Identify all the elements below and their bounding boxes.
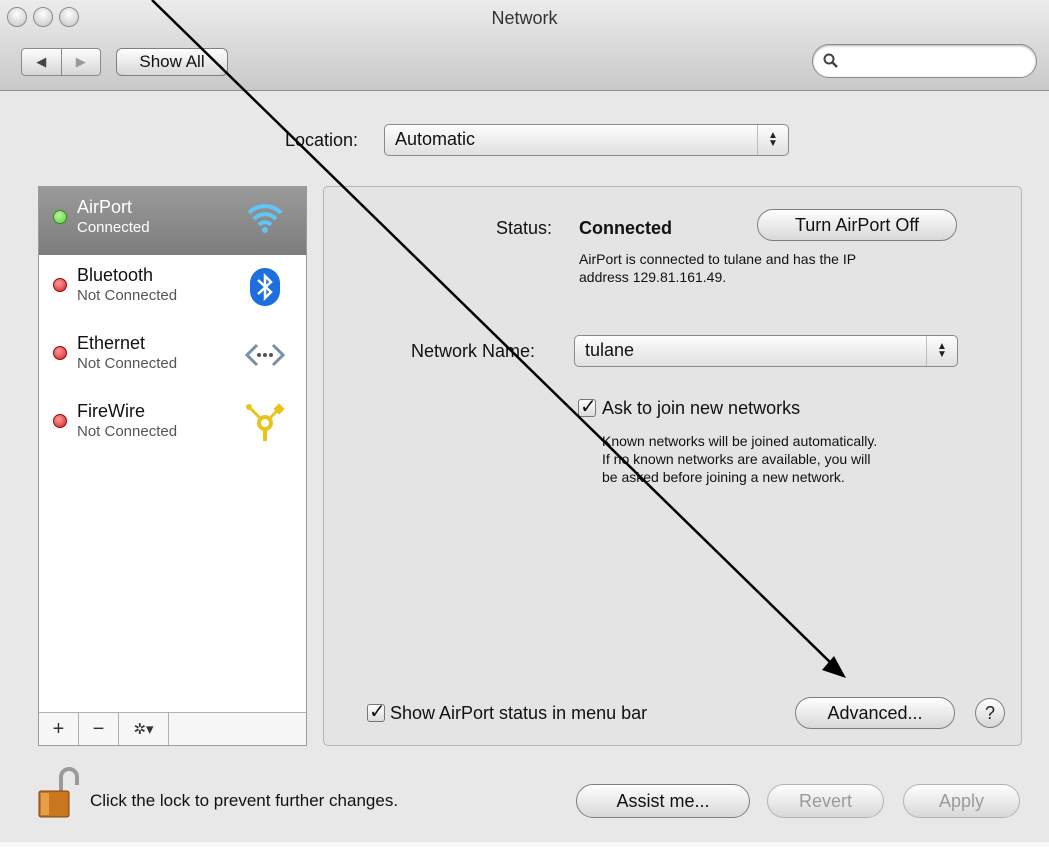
- location-popup[interactable]: Automatic ▲ ▼: [384, 124, 789, 156]
- add-service-button[interactable]: +: [39, 713, 79, 745]
- turn-airport-off-button[interactable]: Turn AirPort Off: [757, 209, 957, 241]
- status-description-line2: address 129.81.161.49.: [579, 269, 727, 285]
- service-status: Connected: [77, 219, 150, 236]
- service-item-bluetooth[interactable]: Bluetooth Not Connected: [39, 255, 306, 323]
- search-input[interactable]: [845, 50, 1029, 74]
- search-field[interactable]: [812, 44, 1037, 78]
- ask-join-description-line3: be asked before joining a new network.: [602, 469, 845, 485]
- service-list-toolbar: + − ✲▾: [39, 712, 306, 745]
- service-name: Ethernet: [77, 333, 146, 353]
- service-list: AirPort Connected Bluetooth Not Connecte…: [38, 186, 307, 746]
- action-gear-button[interactable]: ✲▾: [119, 713, 169, 745]
- lock-icon[interactable]: [37, 767, 81, 819]
- apply-button[interactable]: Apply: [903, 784, 1020, 818]
- network-preferences-window: Network ◀ ▶ Show All Location: Automatic…: [0, 0, 1049, 847]
- assist-me-button[interactable]: Assist me...: [576, 784, 750, 818]
- toolbar: Network ◀ ▶ Show All: [0, 0, 1049, 91]
- status-dot: [53, 278, 67, 292]
- back-arrow-icon[interactable]: ◀: [22, 49, 61, 75]
- ask-join-description-line2: If no known networks are available, you …: [602, 451, 871, 467]
- show-all-button[interactable]: Show All: [116, 48, 228, 76]
- service-name: Bluetooth: [77, 265, 154, 285]
- service-status: Not Connected: [77, 423, 178, 440]
- back-forward-group: ◀ ▶: [21, 48, 101, 76]
- ask-join-label: Ask to join new networks: [602, 398, 801, 418]
- wifi-icon: [247, 204, 283, 233]
- lock-message: Click the lock to prevent further change…: [90, 791, 399, 810]
- window-title: Network: [491, 8, 558, 28]
- status-dot: [53, 414, 67, 428]
- service-name: FireWire: [77, 401, 145, 421]
- firewire-icon: [246, 403, 285, 441]
- ethernet-icon: [244, 343, 286, 367]
- service-name: AirPort: [77, 197, 133, 217]
- service-item-ethernet[interactable]: Ethernet Not Connected: [39, 323, 306, 391]
- location-label: Location:: [285, 130, 359, 150]
- network-name-label: Network Name:: [411, 341, 536, 361]
- popup-arrows-icon: ▲ ▼: [926, 336, 957, 366]
- ask-join-checkbox[interactable]: [578, 394, 597, 419]
- popup-arrows-icon: ▲ ▼: [757, 125, 788, 155]
- service-status: Not Connected: [77, 287, 178, 304]
- service-status: Not Connected: [77, 355, 178, 372]
- service-item-airport[interactable]: AirPort Connected: [39, 187, 306, 255]
- show-status-checkbox[interactable]: [367, 699, 386, 724]
- help-button[interactable]: ?: [975, 698, 1005, 728]
- revert-button[interactable]: Revert: [767, 784, 884, 818]
- show-status-label: Show AirPort status in menu bar: [390, 703, 648, 723]
- status-value: Connected: [579, 218, 673, 238]
- location-value: Automatic: [395, 129, 476, 149]
- status-label: Status:: [496, 218, 553, 238]
- network-name-popup[interactable]: tulane ▲ ▼: [574, 335, 958, 367]
- window-bottom-edge: [0, 842, 1049, 847]
- bluetooth-icon: [250, 268, 280, 306]
- service-item-firewire[interactable]: FireWire Not Connected: [39, 391, 306, 459]
- search-icon: [823, 53, 838, 68]
- status-dot: [53, 346, 67, 360]
- advanced-button[interactable]: Advanced...: [795, 697, 955, 729]
- ask-join-description-line1: Known networks will be joined automatica…: [602, 433, 878, 449]
- remove-service-button[interactable]: −: [79, 713, 119, 745]
- status-description-line1: AirPort is connected to tulane and has t…: [579, 251, 857, 267]
- network-name-value: tulane: [585, 340, 635, 360]
- forward-arrow-icon[interactable]: ▶: [60, 49, 101, 75]
- status-dot: [53, 210, 67, 224]
